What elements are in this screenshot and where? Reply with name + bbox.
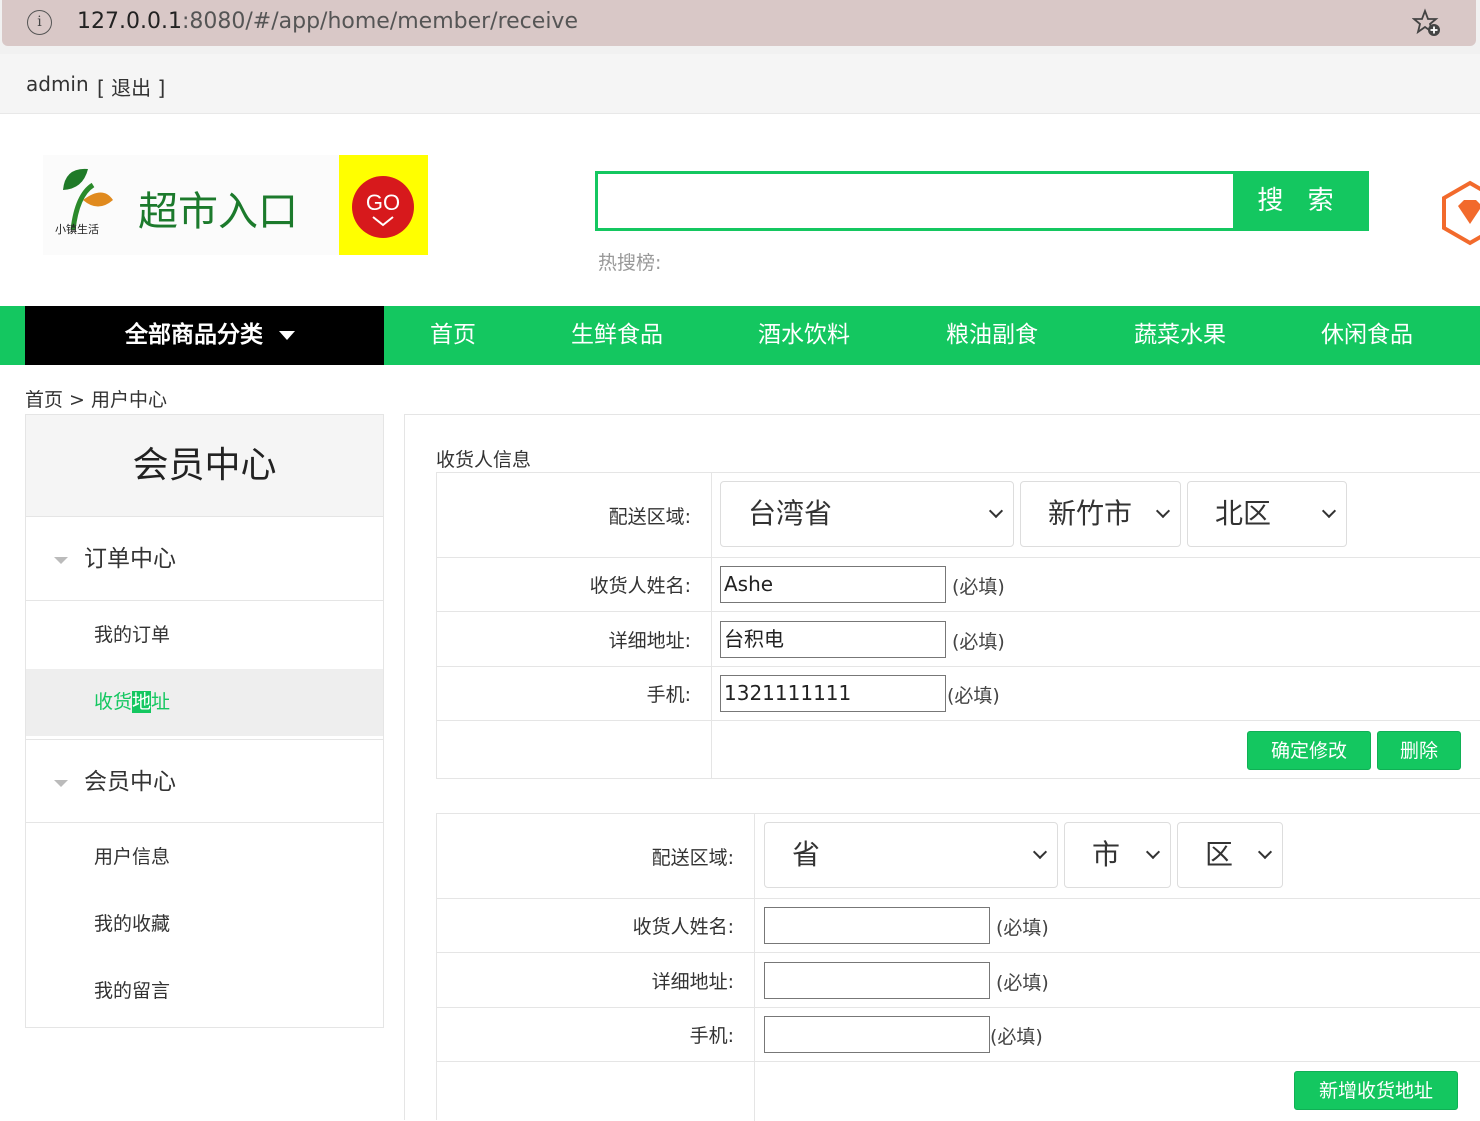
delete-button[interactable]: 删除 xyxy=(1377,731,1461,770)
form-row-region: 配送区域: 省 市 区 xyxy=(437,814,1480,899)
username: admin xyxy=(26,72,89,96)
province-select[interactable]: 台湾省 xyxy=(720,481,1014,547)
address-input[interactable] xyxy=(764,962,990,999)
phone-input[interactable]: 1321111111 xyxy=(720,675,946,712)
form-row-actions: 确定修改 删除 xyxy=(437,721,1480,779)
receiver-name-input[interactable]: Ashe xyxy=(720,566,946,603)
form-row-address: 详细地址: 台积电 (必填) xyxy=(437,612,1480,667)
chevron-down-icon xyxy=(1145,844,1161,860)
district-select[interactable]: 区 xyxy=(1177,822,1283,888)
new-address-form: 配送区域: 省 市 区 收货人姓名: (必填) 详细地址: (必填) 手机: (… xyxy=(436,813,1480,1121)
required-hint: (必填) xyxy=(996,917,1049,939)
chevron-down-icon xyxy=(1032,844,1048,860)
address-label: 详细地址: xyxy=(437,953,755,1007)
url-text[interactable]: 127.0.0.1:8080/#/app/home/member/receive xyxy=(77,9,578,34)
form-row-actions: 新增收货地址 xyxy=(437,1062,1480,1121)
breadcrumb[interactable]: 首页 > 用户中心 xyxy=(25,385,167,412)
district-select[interactable]: 北区 xyxy=(1187,481,1347,547)
receiver-name-input[interactable] xyxy=(764,907,990,944)
city-select[interactable]: 市 xyxy=(1064,822,1171,888)
name-label: 收货人姓名: xyxy=(437,899,755,952)
browser-toolbar: i 127.0.0.1:8080/#/app/home/member/recei… xyxy=(0,0,1480,54)
all-categories-menu[interactable]: 全部商品分类 xyxy=(25,306,384,365)
form-row-phone: 手机: 1321111111 (必填) xyxy=(437,667,1480,721)
chevron-down-icon xyxy=(1321,503,1337,519)
phone-label: 手机: xyxy=(437,1008,755,1061)
form-row-phone: 手机: (必填) xyxy=(437,1008,1480,1062)
phone-label: 手机: xyxy=(437,667,712,720)
required-hint: (必填) xyxy=(996,972,1049,994)
phone-input[interactable] xyxy=(764,1016,990,1053)
sidebar-item-user-info[interactable]: 用户信息 xyxy=(26,824,383,891)
logo-go-badge: GO xyxy=(339,155,428,255)
nav-item-fresh[interactable]: 生鲜食品 xyxy=(571,306,663,365)
sidebar-item-favorites[interactable]: 我的收藏 xyxy=(26,891,383,958)
search-input[interactable] xyxy=(598,174,1238,228)
required-hint: (必填) xyxy=(990,1026,1043,1048)
empty-label-cell xyxy=(437,1062,755,1121)
required-hint: (必填) xyxy=(952,631,1005,653)
form-row-address: 详细地址: (必填) xyxy=(437,953,1480,1008)
hot-search-label: 热搜榜: xyxy=(598,252,662,274)
caret-down-icon xyxy=(279,331,295,340)
address-label: 详细地址: xyxy=(437,612,712,666)
confirm-edit-button[interactable]: 确定修改 xyxy=(1247,731,1371,770)
nav-item-vegetables[interactable]: 蔬菜水果 xyxy=(1134,306,1226,365)
section-title: 收货人信息 xyxy=(436,449,532,471)
sidebar-title: 会员中心 xyxy=(26,415,383,517)
svg-text:GO: GO xyxy=(366,190,400,215)
form-row-name: 收货人姓名: Ashe (必填) xyxy=(437,558,1480,612)
logo-brand: 小镇生活 超市入口 xyxy=(43,155,339,255)
region-label: 配送区域: xyxy=(437,814,755,898)
chevron-down-icon xyxy=(988,503,1004,519)
logo-main-text: 超市入口 xyxy=(138,189,298,235)
sidebar-group-member[interactable]: 会员中心 xyxy=(26,739,383,823)
empty-label-cell xyxy=(437,721,712,779)
vip-gem-icon[interactable] xyxy=(1440,180,1480,246)
form-row-region: 配送区域: 台湾省 新竹市 北区 xyxy=(437,473,1480,558)
nav-item-snacks[interactable]: 休闲食品 xyxy=(1321,306,1413,365)
logo-sub-text: 小镇生活 xyxy=(55,222,99,236)
sidebar-item-address[interactable]: 收货地址 xyxy=(26,669,383,736)
search-box: 搜 索 xyxy=(595,171,1369,231)
add-address-button[interactable]: 新增收货地址 xyxy=(1294,1071,1458,1110)
name-label: 收货人姓名: xyxy=(437,558,712,611)
nav-item-home[interactable]: 首页 xyxy=(430,306,476,365)
top-user-bar: admin [ 退出 ] xyxy=(0,54,1480,114)
chevron-down-icon xyxy=(1155,503,1171,519)
form-row-name: 收货人姓名: (必填) xyxy=(437,899,1480,953)
required-hint: (必填) xyxy=(947,685,1000,707)
info-icon[interactable]: i xyxy=(27,10,52,35)
province-select[interactable]: 省 xyxy=(764,822,1058,888)
address-input[interactable]: 台积电 xyxy=(720,621,946,658)
triangle-down-icon xyxy=(54,557,68,564)
chevron-down-icon xyxy=(1257,844,1273,860)
required-hint: (必填) xyxy=(952,576,1005,598)
search-button[interactable]: 搜 索 xyxy=(1233,174,1366,228)
sidebar-item-my-orders[interactable]: 我的订单 xyxy=(26,602,383,669)
sidebar-group-orders[interactable]: 订单中心 xyxy=(26,517,383,601)
logout-link[interactable]: [ 退出 ] xyxy=(97,72,165,101)
nav-item-grain-oil[interactable]: 粮油副食 xyxy=(946,306,1038,365)
sidebar-item-messages[interactable]: 我的留言 xyxy=(26,958,383,1025)
tree-logo-icon: 小镇生活 超市入口 xyxy=(55,168,298,236)
bookmark-star-icon[interactable] xyxy=(1412,8,1442,38)
site-logo[interactable]: 小镇生活 超市入口 GO xyxy=(43,155,428,255)
city-select[interactable]: 新竹市 xyxy=(1020,481,1181,547)
existing-address-form: 配送区域: 台湾省 新竹市 北区 收货人姓名: Ashe (必填) 详细地址: … xyxy=(436,472,1480,779)
go-icon: GO xyxy=(352,176,414,238)
address-bar[interactable]: i 127.0.0.1:8080/#/app/home/member/recei… xyxy=(2,0,1476,46)
member-sidebar: 会员中心 订单中心 我的订单 收货地址 会员中心 用户信息 我的收藏 我的留言 xyxy=(25,414,384,1028)
nav-item-drinks[interactable]: 酒水饮料 xyxy=(758,306,850,365)
region-label: 配送区域: xyxy=(437,473,712,557)
main-nav: 全部商品分类 首页 生鲜食品 酒水饮料 粮油副食 蔬菜水果 休闲食品 xyxy=(0,306,1480,365)
triangle-down-icon xyxy=(54,780,68,787)
